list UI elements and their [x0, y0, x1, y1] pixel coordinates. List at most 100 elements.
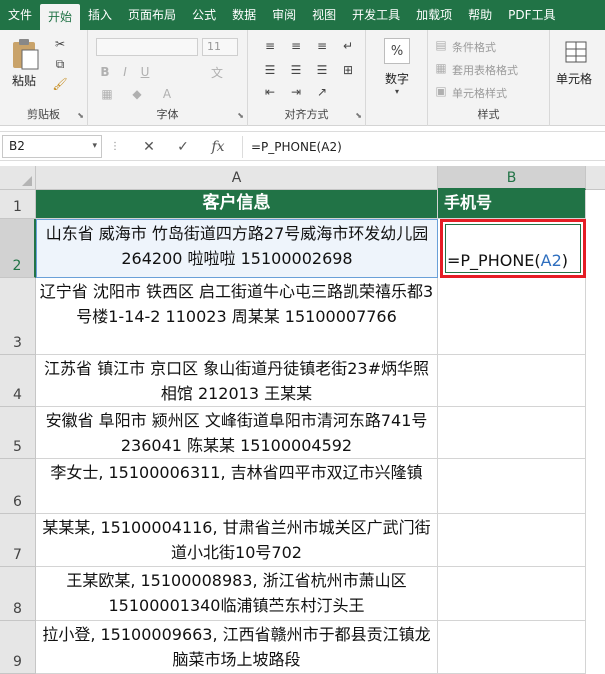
- table-format-icon[interactable]: ▦: [434, 61, 448, 75]
- percent-icon[interactable]: %: [384, 38, 410, 64]
- worksheet-grid[interactable]: A B 1 客户信息 手机号 2 山东省 威海市 竹岛街道四方路27号威海市环发…: [0, 166, 605, 674]
- cell-b6[interactable]: [438, 459, 586, 514]
- align-middle-icon[interactable]: ≡: [288, 38, 304, 54]
- format-painter-icon[interactable]: 🖌: [52, 76, 68, 92]
- tab-review[interactable]: 审阅: [264, 0, 304, 30]
- more-options-icon: ⋮: [110, 141, 120, 152]
- merge-center-icon[interactable]: ⊞: [340, 62, 356, 78]
- enter-icon[interactable]: ✓: [172, 136, 194, 158]
- font-name-dropdown[interactable]: [96, 38, 198, 56]
- tab-help[interactable]: 帮助: [460, 0, 500, 30]
- tab-data[interactable]: 数据: [224, 0, 264, 30]
- column-header-b[interactable]: B: [438, 166, 586, 190]
- cell-b1[interactable]: 手机号: [438, 190, 586, 219]
- tab-view[interactable]: 视图: [304, 0, 344, 30]
- cell-a5[interactable]: 安徽省 阜阳市 颍州区 文峰街道阜阳市清河东路741号 236041 陈某某 1…: [36, 407, 438, 459]
- cell-a3[interactable]: 辽宁省 沈阳市 铁西区 启工街道牛心屯三路凯荣禧乐都3号楼1-14-2 1100…: [36, 278, 438, 355]
- copy-icon[interactable]: ⧉: [52, 56, 68, 72]
- select-all-button[interactable]: [0, 166, 36, 190]
- align-left-icon[interactable]: ☰: [262, 62, 278, 78]
- clipboard-group-label: 剪贴板: [27, 108, 60, 121]
- cell-styles-icon[interactable]: ▣: [434, 84, 448, 98]
- row-header[interactable]: 5: [0, 407, 36, 459]
- font-launcher-icon[interactable]: ⬊: [237, 111, 244, 120]
- align-bottom-icon[interactable]: ≡: [314, 38, 330, 54]
- row-header[interactable]: 1: [0, 190, 36, 219]
- clipboard-launcher-icon[interactable]: ⬊: [77, 111, 84, 120]
- bold-icon[interactable]: B: [98, 64, 112, 80]
- cell-b2-editor[interactable]: =P_PHONE(A2): [440, 219, 586, 278]
- cell-b9[interactable]: [438, 621, 586, 674]
- paste-label: 粘贴: [12, 74, 37, 88]
- change-case-icon[interactable]: 文: [208, 64, 226, 80]
- cell-a1[interactable]: 客户信息: [36, 190, 438, 219]
- tab-file[interactable]: 文件: [0, 0, 40, 30]
- wrap-text-icon[interactable]: ↵: [340, 38, 356, 54]
- column-header-c[interactable]: [586, 166, 605, 190]
- table-format-label[interactable]: 套用表格格式: [452, 62, 518, 78]
- row-header[interactable]: 6: [0, 459, 36, 514]
- cell-b5[interactable]: [438, 407, 586, 459]
- cells-label[interactable]: 单元格: [556, 70, 592, 87]
- paste-icon[interactable]: [8, 36, 42, 72]
- alignment-launcher-icon[interactable]: ⬊: [355, 111, 362, 120]
- align-top-icon[interactable]: ≡: [262, 38, 278, 54]
- tab-addins[interactable]: 加载项: [408, 0, 460, 30]
- conditional-format-icon[interactable]: ▤: [434, 38, 448, 52]
- number-label[interactable]: 数字: [385, 70, 409, 87]
- formula-ref: A2: [540, 251, 562, 270]
- row-header[interactable]: 2: [0, 219, 36, 278]
- cell-a7[interactable]: 某某某, 15100004116, 甘肃省兰州市城关区广武门街道小北街10号70…: [36, 514, 438, 567]
- cell-a8[interactable]: 王某欧某, 15100008983, 浙江省杭州市萧山区15100001340临…: [36, 567, 438, 621]
- row-header[interactable]: 7: [0, 514, 36, 567]
- tab-insert[interactable]: 插入: [80, 0, 120, 30]
- align-center-icon[interactable]: ☰: [288, 62, 304, 78]
- tab-formulas[interactable]: 公式: [184, 0, 224, 30]
- cells-icon[interactable]: [562, 38, 590, 66]
- tab-developer[interactable]: 开发工具: [344, 0, 408, 30]
- italic-icon[interactable]: I: [118, 64, 132, 80]
- borders-icon[interactable]: ▦: [98, 86, 116, 102]
- cell-a4[interactable]: 江苏省 镇江市 京口区 象山街道丹徒镇老街23#炳华照相馆 212013 王某某: [36, 355, 438, 407]
- conditional-format-label[interactable]: 条件格式: [452, 39, 496, 55]
- ribbon-tab-bar: 文件 开始 插入 页面布局 公式 数据 审阅 视图 开发工具 加载项 帮助 PD…: [0, 0, 605, 30]
- number-dropdown-icon[interactable]: ▾: [391, 86, 403, 96]
- cut-icon[interactable]: ✂: [52, 36, 68, 52]
- font-color-icon[interactable]: A: [158, 86, 176, 102]
- cell-a2[interactable]: 山东省 威海市 竹岛街道四方路27号威海市环发幼儿园 264200 啦啦啦 15…: [36, 219, 438, 278]
- tab-pdf-tools[interactable]: PDF工具: [500, 0, 563, 30]
- cell-b7[interactable]: [438, 514, 586, 567]
- formula-prefix: =P_PHONE(: [447, 251, 541, 270]
- font-group-label: 字体: [156, 108, 179, 121]
- name-box[interactable]: B2 ▾: [2, 135, 102, 158]
- tab-home[interactable]: 开始: [40, 4, 81, 30]
- insert-function-icon[interactable]: fx: [206, 136, 230, 158]
- cell-a6[interactable]: 李女士, 15100006311, 吉林省四平市双辽市兴隆镇: [36, 459, 438, 514]
- fill-color-icon[interactable]: ◆: [128, 86, 146, 102]
- cell-b4[interactable]: [438, 355, 586, 407]
- column-header-a[interactable]: A: [36, 166, 438, 190]
- row-header[interactable]: 8: [0, 567, 36, 621]
- formula-bar: B2 ▾ ⋮ ✕ ✓ fx =P_PHONE(A2): [0, 131, 605, 161]
- orientation-icon[interactable]: ↗: [314, 84, 330, 100]
- cell-styles-label[interactable]: 单元格样式: [452, 85, 507, 101]
- name-box-dropdown-icon[interactable]: ▾: [92, 136, 97, 157]
- underline-icon[interactable]: U: [138, 64, 152, 80]
- styles-group: ▤ 条件格式 ▦ 套用表格格式 ▣ 单元格样式 样式: [428, 30, 550, 126]
- cell-b3[interactable]: [438, 278, 586, 355]
- cell-b8[interactable]: [438, 567, 586, 621]
- font-size-dropdown[interactable]: 11: [202, 38, 238, 56]
- align-right-icon[interactable]: ☰: [314, 62, 330, 78]
- cancel-icon[interactable]: ✕: [138, 136, 160, 158]
- number-group: % 数字 ▾: [366, 30, 428, 126]
- row-header[interactable]: 9: [0, 621, 36, 674]
- increase-indent-icon[interactable]: ⇥: [288, 84, 304, 100]
- cell-b2-formula[interactable]: =P_PHONE(A2): [447, 251, 568, 270]
- row-header[interactable]: 4: [0, 355, 36, 407]
- clipboard-group: 粘贴 ✂ ⧉ 🖌 剪贴板 ⬊: [0, 30, 88, 126]
- row-header[interactable]: 3: [0, 278, 36, 355]
- decrease-indent-icon[interactable]: ⇤: [262, 84, 278, 100]
- cell-a9[interactable]: 拉小登, 15100009663, 江西省赣州市于都县贡江镇龙脑菜市场上坡路段: [36, 621, 438, 674]
- tab-page-layout[interactable]: 页面布局: [120, 0, 184, 30]
- formula-input[interactable]: =P_PHONE(A2): [242, 136, 605, 158]
